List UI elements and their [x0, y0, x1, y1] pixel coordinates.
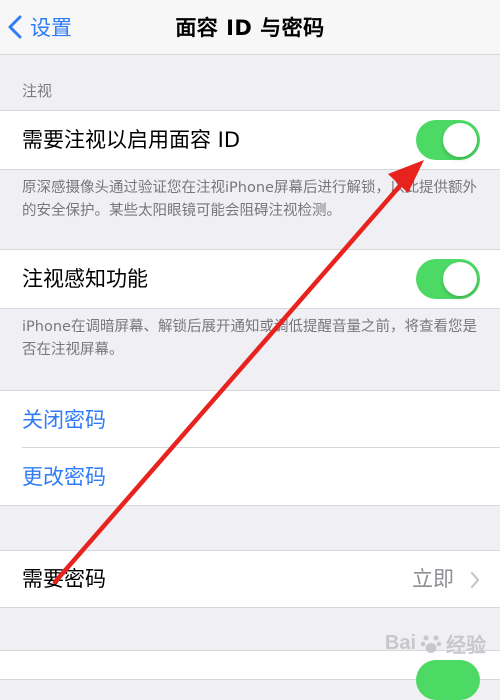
toggle-knob	[443, 123, 477, 157]
attention-aware-row: 注视感知功能	[0, 249, 500, 309]
watermark-text-left: Bai	[384, 632, 416, 654]
require-attention-footer: 原深感摄像头通过验证您在注视iPhone屏幕后进行解锁，以此提供额外的安全保护。…	[22, 180, 477, 219]
baidu-watermark: Bai 经验	[385, 629, 486, 658]
navigation-bar: 设置 面容 ID 与密码	[0, 0, 500, 55]
chevron-right-icon	[470, 571, 480, 589]
row-divider	[22, 447, 500, 448]
section-header-attention: 注视	[22, 82, 53, 100]
toggle-knob	[443, 262, 477, 296]
passcode-group: 关闭密码 更改密码	[0, 390, 500, 506]
partial-toggle[interactable]	[416, 660, 480, 700]
page-title: 面容 ID 与密码	[175, 16, 325, 40]
attention-aware-footer: iPhone在调暗屏幕、解锁后展开通知或调低提醒音量之前，将查看您是否在注视屏幕…	[22, 319, 477, 358]
attention-aware-label: 注视感知功能	[22, 267, 148, 291]
require-attention-label: 需要注视以启用面容 ID	[22, 128, 241, 152]
attention-aware-toggle[interactable]	[416, 259, 480, 299]
require-passcode-value: 立即	[412, 567, 454, 591]
require-passcode-label: 需要密码	[22, 567, 106, 591]
watermark-text-right: 经验	[446, 635, 486, 657]
require-attention-row: 需要注视以启用面容 ID	[0, 110, 500, 170]
arrow-shaft	[52, 177, 408, 585]
change-passcode-button[interactable]: 更改密码	[22, 463, 106, 491]
require-passcode-row[interactable]: 需要密码 立即	[0, 550, 500, 608]
require-attention-toggle[interactable]	[416, 120, 480, 160]
paw-icon	[420, 635, 442, 653]
turn-off-passcode-button[interactable]: 关闭密码	[22, 406, 106, 434]
